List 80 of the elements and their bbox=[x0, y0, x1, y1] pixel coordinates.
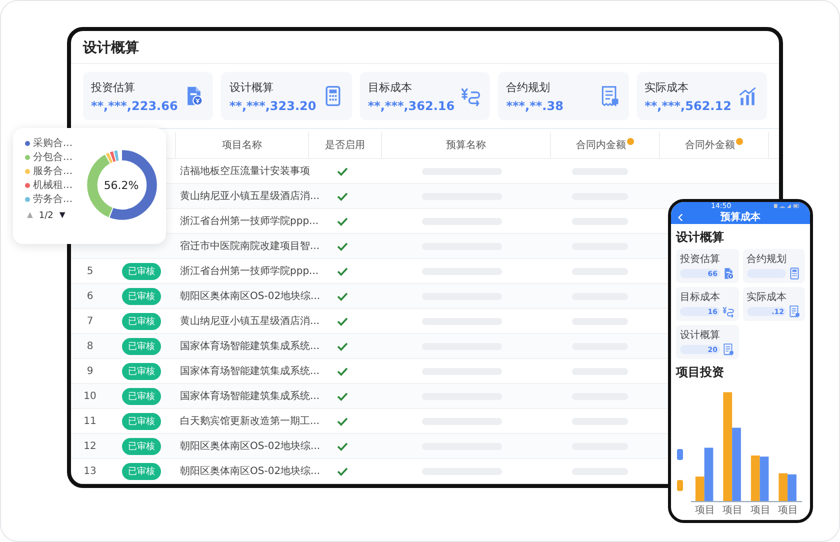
card-value: **,***,223.66 bbox=[91, 98, 178, 112]
column-header: 项目名称 bbox=[222, 139, 262, 152]
status-badge: 已审核 bbox=[122, 338, 161, 354]
card-value: **,***,562.12 bbox=[644, 98, 732, 112]
chart-bar bbox=[778, 473, 788, 501]
chart-bar bbox=[750, 456, 760, 501]
project-name: 国家体育场智能建筑集成系统... bbox=[180, 390, 320, 403]
column-header: 预算名称 bbox=[446, 139, 486, 152]
row-number: 11 bbox=[84, 416, 96, 426]
card-label: 投资估算 bbox=[91, 80, 136, 94]
status-badge: 已审核 bbox=[122, 362, 161, 380]
exchange-icon bbox=[460, 85, 482, 107]
row-number: 7 bbox=[86, 316, 94, 326]
status-badge: 已审核 bbox=[122, 388, 161, 404]
card-label: 目标成本 bbox=[680, 290, 721, 304]
axis-label: 项目 bbox=[778, 504, 798, 518]
section-title: 项目投资 bbox=[674, 364, 725, 381]
legend-label: 劳务合... bbox=[33, 194, 73, 205]
project-name: 洁福地板空压流量计安装事项 bbox=[180, 164, 310, 178]
exchange-icon bbox=[722, 305, 734, 318]
legend-swatch bbox=[677, 480, 683, 492]
column-header: 合同外金额 bbox=[685, 138, 735, 152]
card-label: 合约规划 bbox=[506, 80, 552, 94]
card-label: 投资估算 bbox=[680, 252, 721, 266]
status-badge: 已审核 bbox=[122, 262, 161, 280]
row-number: 9 bbox=[86, 366, 94, 376]
row-number: 10 bbox=[84, 390, 96, 402]
legend-label: 分包合... bbox=[33, 152, 73, 163]
card-label: 设计概算 bbox=[680, 328, 721, 342]
axis-label: 项目 bbox=[750, 504, 770, 518]
receipt-icon bbox=[722, 343, 734, 356]
status-icons bbox=[774, 203, 800, 209]
card-label: 设计概算 bbox=[229, 80, 274, 94]
card-label: 实际成本 bbox=[644, 80, 690, 94]
row-number: 8 bbox=[86, 340, 94, 352]
card-value: **,***,323.20 bbox=[229, 98, 316, 112]
document-icon bbox=[722, 267, 734, 280]
project-name: 白天鹅宾馆更新改造第一期工... bbox=[180, 414, 320, 428]
row-number: 12 bbox=[84, 440, 96, 452]
column-header: 是否启用 bbox=[325, 138, 365, 152]
project-name: 国家体育场智能建筑集成系统... bbox=[180, 340, 320, 353]
calculator-icon bbox=[788, 267, 801, 280]
card-value: **,***,362.16 bbox=[368, 98, 455, 112]
project-name: 国家体育场智能建筑集成系统... bbox=[180, 364, 320, 378]
row-number: 5 bbox=[86, 266, 94, 276]
section-title: 设计概算 bbox=[674, 229, 725, 246]
row-number: 13 bbox=[84, 466, 96, 476]
status-badge: 已审核 bbox=[122, 438, 161, 454]
axis-label: 项目 bbox=[694, 504, 715, 518]
status-badge: 已审核 bbox=[122, 288, 161, 304]
axis-label: 项目 bbox=[722, 504, 743, 518]
page-indicator: 1/2 bbox=[38, 211, 54, 221]
legend-label: 机械租... bbox=[33, 180, 73, 191]
status-badge: 已审核 bbox=[122, 462, 161, 480]
chart-bar bbox=[788, 474, 796, 501]
back-icon[interactable] bbox=[678, 212, 683, 222]
legend-swatch bbox=[677, 449, 683, 460]
project-name: 朝阳区奥体南区OS-02地块综... bbox=[180, 464, 320, 478]
project-name: 朝阳区奥体南区OS-02地块综... bbox=[180, 440, 320, 453]
receipt-icon bbox=[788, 305, 801, 318]
percent-label: 56.2% bbox=[104, 178, 139, 192]
page-title: 设计概算 bbox=[71, 31, 779, 64]
header-title: 预算成本 bbox=[720, 210, 760, 224]
project-name: 浙江省台州第一技师学院ppp... bbox=[180, 214, 319, 228]
project-name: 黄山纳尼亚小镇五星级酒店消... bbox=[180, 314, 320, 328]
card-label: 合约规划 bbox=[746, 252, 788, 266]
project-name: 朝阳区奥体南区OS-02地块综... bbox=[180, 290, 320, 303]
card-label: 目标成本 bbox=[368, 80, 413, 94]
legend-label: 服务合... bbox=[33, 166, 73, 177]
status-badge: 已审核 bbox=[122, 412, 161, 430]
project-name: 浙江省台州第一技师学院ppp... bbox=[180, 264, 319, 278]
row-number: 6 bbox=[86, 290, 94, 302]
legend-label: 采购合... bbox=[33, 138, 73, 149]
status-badge: 已审核 bbox=[122, 312, 161, 330]
project-name: 宿迁市中医院南院改建项目智... bbox=[180, 240, 320, 253]
column-header: 合同内金额 bbox=[576, 138, 626, 152]
card-value: ***,**.38 bbox=[506, 98, 564, 112]
card-label: 实际成本 bbox=[746, 290, 788, 304]
next-page-button[interactable]: ▼ bbox=[57, 211, 68, 221]
project-name: 黄山纳尼亚小镇五星级酒店消... bbox=[180, 190, 320, 203]
